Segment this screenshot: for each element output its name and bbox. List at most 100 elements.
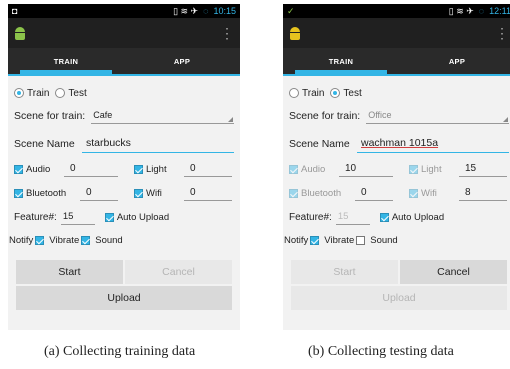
notify-label: Notify (284, 234, 309, 246)
tab-app[interactable]: APP (124, 48, 240, 74)
vibrate-checkbox[interactable] (35, 235, 45, 245)
upload-button[interactable]: Upload (291, 286, 507, 310)
cancel-button[interactable]: Cancel (400, 260, 507, 284)
wifi-value-input[interactable]: 8 (459, 186, 507, 201)
scene-name-row: Scene Name wachman 1015a (289, 132, 509, 156)
notify-row: Notify Vibrate Sound (284, 230, 509, 250)
auto-upload-label: Auto Upload (391, 211, 445, 223)
light-label: Light (146, 163, 167, 175)
scene-name-input[interactable]: wachman 1015a (357, 136, 509, 153)
feature-count-input[interactable]: 15 (335, 210, 370, 225)
scene-label: Scene for train: (14, 110, 86, 122)
feature-row: Feature#: 15 Auto Upload (14, 206, 234, 228)
audio-checkbox[interactable] (289, 164, 298, 174)
scene-name-input[interactable]: starbucks (82, 136, 234, 153)
test-radio[interactable] (55, 88, 66, 98)
notify-row: Notify Vibrate Sound (9, 230, 234, 250)
status-bar: ◘ ▯ ≋ ✈ ◌ 10:15 (8, 4, 240, 18)
scene-spinner[interactable]: Cafe (91, 108, 234, 124)
vibrate-checkbox[interactable] (310, 235, 320, 245)
auto-upload-label: Auto Upload (116, 211, 170, 223)
sound-checkbox[interactable] (81, 235, 91, 245)
scene-spinner[interactable]: Office (366, 108, 509, 124)
status-icons: ▯ ≋ ✈ (173, 5, 199, 16)
test-radio-label: Test (343, 87, 362, 99)
sound-label: Sound (95, 234, 123, 246)
tab-app[interactable]: APP (399, 48, 510, 74)
feature-row: Feature#: 15 Auto Upload (289, 206, 509, 228)
android-robot-icon (14, 26, 26, 40)
bluetooth-checkbox[interactable] (14, 188, 23, 198)
sensor-row-2: Bluetooth 0 Wifi 0 (14, 182, 234, 204)
overflow-menu-icon[interactable]: ⋮ (220, 26, 234, 40)
train-radio[interactable] (14, 88, 24, 98)
feature-count-input[interactable]: 15 (60, 210, 95, 225)
wifi-checkbox[interactable] (134, 188, 143, 198)
start-button[interactable]: Start (16, 260, 123, 284)
tab-train[interactable]: TRAIN (283, 48, 399, 74)
test-radio[interactable] (330, 88, 341, 98)
wifi-checkbox[interactable] (409, 188, 418, 198)
scene-name-label: Scene Name (289, 138, 350, 150)
test-radio-label: Test (68, 87, 87, 99)
sensor-row-2: Bluetooth 0 Wifi 8 (289, 182, 509, 204)
notification-icon: ✓ (287, 5, 295, 16)
caption-training: (a) Collecting training data (44, 344, 196, 359)
android-robot-icon (289, 26, 301, 40)
phone-screen-testing: ✓ ▯ ≋ ✈ ◌ 12:11 ⋮ TRAIN APP Train Test S… (283, 4, 510, 330)
audio-label: Audio (26, 163, 51, 175)
start-button[interactable]: Start (291, 260, 398, 284)
status-time: 10:15 (213, 6, 236, 16)
action-buttons: Start Cancel (291, 260, 507, 284)
action-bar: ⋮ (8, 18, 240, 48)
scene-select-row: Scene for train: Office (289, 104, 509, 128)
bluetooth-value-input[interactable]: 0 (355, 186, 393, 201)
test-form: Train Test Scene for train: Office Scene… (283, 76, 510, 310)
bluetooth-label: Bluetooth (26, 187, 67, 199)
action-buttons: Start Cancel (16, 260, 232, 284)
bluetooth-label: Bluetooth (301, 187, 342, 199)
scene-name-row: Scene Name starbucks (14, 132, 234, 156)
audio-label: Audio (301, 163, 326, 175)
status-time: 12:11 (489, 6, 510, 16)
train-form: Train Test Scene for train: Cafe Scene N… (8, 76, 240, 310)
vibrate-label: Vibrate (49, 234, 80, 246)
notify-label: Notify (9, 234, 34, 246)
tab-train[interactable]: TRAIN (8, 48, 124, 74)
light-checkbox[interactable] (134, 164, 143, 174)
audio-checkbox[interactable] (14, 164, 23, 174)
sensor-row-1: Audio 10 Light 15 (289, 158, 509, 180)
tab-bar: TRAIN APP (283, 48, 510, 76)
bluetooth-checkbox[interactable] (289, 188, 298, 198)
status-bar: ✓ ▯ ≋ ✈ ◌ 12:11 (283, 4, 510, 18)
auto-upload-checkbox[interactable] (379, 212, 389, 222)
audio-value-input[interactable]: 0 (64, 162, 118, 177)
light-checkbox[interactable] (409, 164, 418, 174)
tab-bar: TRAIN APP (8, 48, 240, 76)
feature-label: Feature#: (14, 211, 57, 223)
light-value-input[interactable]: 15 (459, 162, 507, 177)
vibrate-label: Vibrate (324, 234, 355, 246)
train-radio-label: Train (302, 87, 325, 99)
feature-label: Feature#: (289, 211, 332, 223)
auto-upload-checkbox[interactable] (104, 212, 114, 222)
wifi-value-input[interactable]: 0 (184, 186, 232, 201)
wifi-label: Wifi (146, 187, 162, 199)
scene-name-label: Scene Name (14, 138, 75, 150)
sync-icon: ◌ (203, 6, 209, 16)
sound-checkbox[interactable] (356, 235, 366, 245)
sound-label: Sound (370, 234, 398, 246)
bluetooth-value-input[interactable]: 0 (80, 186, 118, 201)
cancel-button[interactable]: Cancel (125, 260, 232, 284)
audio-value-input[interactable]: 10 (339, 162, 393, 177)
overflow-menu-icon[interactable]: ⋮ (495, 26, 509, 40)
notification-icon: ◘ (12, 6, 18, 16)
train-radio[interactable] (289, 88, 299, 98)
phone-screen-training: ◘ ▯ ≋ ✈ ◌ 10:15 ⋮ TRAIN APP Train Test S… (8, 4, 240, 330)
action-bar: ⋮ (283, 18, 510, 48)
status-icons: ▯ ≋ ✈ (448, 5, 474, 16)
wifi-label: Wifi (421, 187, 437, 199)
upload-button[interactable]: Upload (16, 286, 232, 310)
light-value-input[interactable]: 0 (184, 162, 232, 177)
sync-icon: ◌ (478, 6, 485, 16)
